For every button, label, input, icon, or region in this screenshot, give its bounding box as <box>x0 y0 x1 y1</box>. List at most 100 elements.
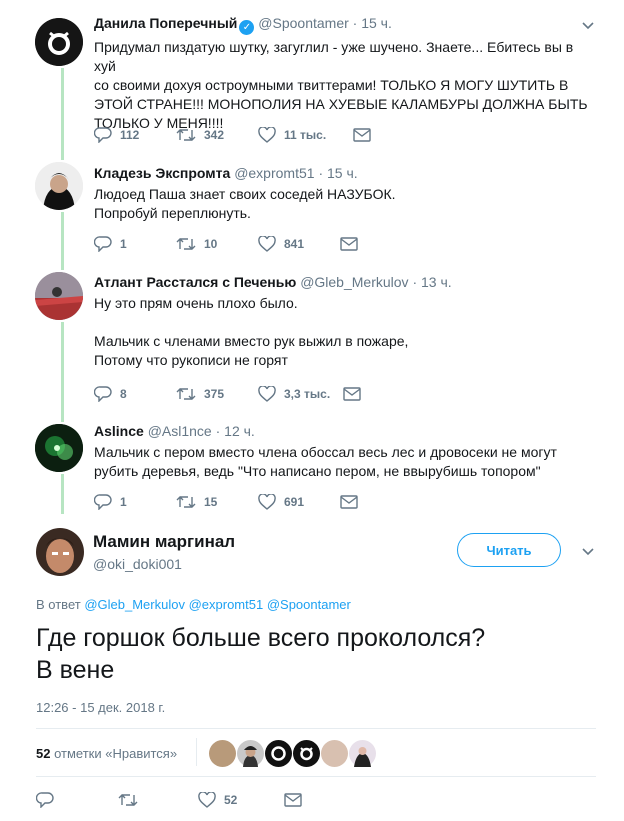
avatar[interactable] <box>35 162 83 210</box>
tweet-time[interactable]: · 12 ч. <box>216 423 255 439</box>
avatar[interactable] <box>35 272 83 320</box>
retweet-icon <box>176 129 196 141</box>
reply-count: 112 <box>120 128 140 142</box>
like-icon <box>258 236 276 252</box>
author-handle[interactable]: @oki_doki001 <box>93 556 182 572</box>
thread-line <box>61 68 64 160</box>
retweet-count: 15 <box>204 495 218 509</box>
follow-button[interactable]: Читать <box>457 533 561 567</box>
chevron-down-icon[interactable] <box>582 546 594 558</box>
tweet-text: Мальчик с пером вместо члена обоссал вес… <box>94 444 557 479</box>
like-button[interactable]: 3,3 тыс. <box>258 386 343 402</box>
likes-summary[interactable]: 52 отметки «Нравится» <box>36 746 177 761</box>
liker-avatar[interactable] <box>209 740 236 767</box>
tweet-timestamp[interactable]: 12:26 - 15 дек. 2018 г. <box>36 700 165 715</box>
message-icon <box>343 387 361 401</box>
liker-avatar[interactable] <box>349 740 376 767</box>
reply-icon <box>36 792 54 808</box>
like-count: 691 <box>284 495 305 509</box>
divider <box>196 738 197 766</box>
like-count: 11 тыс. <box>284 128 327 142</box>
reply-button[interactable] <box>36 792 118 808</box>
message-button[interactable] <box>353 127 435 143</box>
message-button[interactable] <box>340 494 422 510</box>
avatar[interactable] <box>35 424 83 472</box>
like-icon <box>258 386 276 402</box>
mention-link[interactable]: @Spoontamer <box>267 597 351 612</box>
reply-prefix: В ответ <box>36 597 81 612</box>
reply-button[interactable]: 112 <box>94 127 176 143</box>
thread-line <box>61 212 64 270</box>
retweet-count: 10 <box>204 237 218 251</box>
author-handle[interactable]: @Spoontamer <box>258 15 348 31</box>
author-name[interactable]: Aslince <box>94 423 144 439</box>
retweet-button[interactable]: 15 <box>176 494 258 510</box>
avatar[interactable] <box>36 528 84 576</box>
mention-link[interactable]: @expromt51 <box>189 597 264 612</box>
tweet-time[interactable]: · 15 ч. <box>353 15 392 31</box>
message-button[interactable] <box>343 386 425 402</box>
retweet-icon <box>176 388 196 400</box>
retweet-count: 375 <box>204 387 225 401</box>
tweet-text: Людоед Паша знает своих соседей НАЗУБОК.… <box>94 186 396 221</box>
like-count: 841 <box>284 237 305 251</box>
liker-avatar[interactable] <box>321 740 348 767</box>
author-name[interactable]: Мамин маргинал <box>93 532 235 552</box>
thread-line <box>61 322 64 422</box>
divider <box>36 776 596 777</box>
retweet-button[interactable]: 10 <box>176 236 258 252</box>
reply-button[interactable]: 8 <box>94 386 176 402</box>
avatar[interactable] <box>35 18 83 66</box>
like-button[interactable]: 52 <box>198 792 284 808</box>
reply-icon <box>94 127 112 143</box>
retweet-icon <box>176 496 196 508</box>
author-handle[interactable]: @Gleb_Merkulov <box>300 274 408 290</box>
author-handle[interactable]: @expromt51 <box>234 165 314 181</box>
liker-avatar[interactable] <box>265 740 292 767</box>
retweet-button[interactable] <box>118 792 198 808</box>
retweet-button[interactable]: 375 <box>176 386 258 402</box>
like-count: 52 <box>224 793 238 807</box>
message-icon <box>340 495 358 509</box>
retweet-icon <box>176 238 196 250</box>
tweet-text: Где горшок больше всего прокололся? В ве… <box>36 624 486 684</box>
message-icon <box>353 128 371 142</box>
likes-label: отметки «Нравится» <box>54 746 178 761</box>
reply-button[interactable]: 1 <box>94 236 176 252</box>
retweet-icon <box>118 794 138 806</box>
message-button[interactable] <box>284 792 366 808</box>
divider <box>36 728 596 729</box>
like-button[interactable]: 841 <box>258 236 340 252</box>
message-icon <box>340 237 358 251</box>
reply-count: 1 <box>120 495 127 509</box>
retweet-button[interactable]: 342 <box>176 127 258 143</box>
reply-to: В ответ @Gleb_Merkulov @expromt51 @Spoon… <box>36 597 351 612</box>
thread-line <box>61 474 64 514</box>
author-name[interactable]: Данила Поперечный <box>94 15 237 31</box>
message-icon <box>284 793 302 807</box>
mention-link[interactable]: @Gleb_Merkulov <box>84 597 185 612</box>
like-button[interactable]: 691 <box>258 494 340 510</box>
liker-avatar[interactable] <box>237 740 264 767</box>
tweet-text: Придумал пиздатую шутку, загуглил - уже … <box>94 39 588 131</box>
tweet-time[interactable]: · 15 ч. <box>318 165 357 181</box>
like-icon <box>258 494 276 510</box>
tweet-time[interactable]: · 13 ч. <box>412 274 451 290</box>
reply-count: 8 <box>120 387 127 401</box>
tweet-text: Ну это прям очень плохо было. Мальчик с … <box>94 295 409 368</box>
author-name[interactable]: Атлант Расстался с Печенью <box>94 274 296 290</box>
reply-count: 1 <box>120 237 127 251</box>
author-name[interactable]: Кладезь Экспромта <box>94 165 230 181</box>
like-icon <box>198 792 216 808</box>
like-count: 3,3 тыс. <box>284 387 331 401</box>
likes-count: 52 <box>36 746 51 761</box>
chevron-down-icon[interactable] <box>582 20 594 32</box>
verified-icon: ✓ <box>239 20 255 35</box>
liker-avatar[interactable] <box>293 740 320 767</box>
message-button[interactable] <box>340 236 422 252</box>
author-handle[interactable]: @Asl1nce <box>148 423 212 439</box>
like-button[interactable]: 11 тыс. <box>258 127 353 143</box>
reply-icon <box>94 236 112 252</box>
reply-button[interactable]: 1 <box>94 494 176 510</box>
like-icon <box>258 127 276 143</box>
